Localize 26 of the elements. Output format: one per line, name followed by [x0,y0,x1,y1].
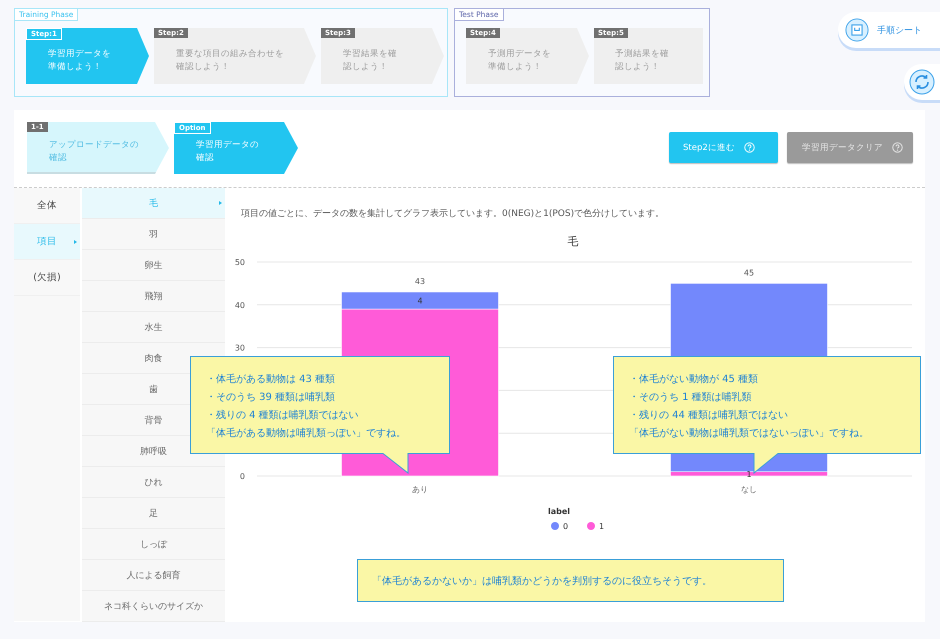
help-icon [892,142,903,153]
legend-title: label [548,507,570,516]
conclusion-note: 「体毛があるかないか」は哺乳類かどうかを判別するのに役立ちそうです。 [357,559,784,602]
callout-text: ・体毛がない動物が 45 種類 [629,372,760,387]
callout-text: ・残りの 44 種類は哺乳類ではない [629,408,790,423]
bar-total-label: 43 [414,276,426,286]
category-item[interactable]: (欠損) [14,260,80,296]
axis-category-label: あり [412,485,428,494]
callout-text: ・そのうち 1 種類は哺乳類 [629,390,753,405]
bar-total-label: 45 [744,268,754,278]
robot-face-icon [845,18,869,42]
axis-tick-label: 50 [234,258,245,267]
refresh-icon [909,69,935,95]
axis-category-label: なし [741,485,757,494]
chart-description: 項目の値ごとに、データの数を集計してグラフ表示しています。0(NEG)と1(POS)で色分けしています。 [241,208,666,221]
callout-text: 「体毛がない動物は哺乳類ではないっぽい」ですね。 [629,426,870,441]
axis-tick-label: 40 [234,300,245,310]
axis-tick-label: 0 [240,472,245,481]
procedure-sheet-button[interactable]: 手順シート [838,12,940,48]
legend-label: 0 [563,522,568,531]
refresh-button[interactable] [904,64,940,100]
chart-title: 毛 [568,235,578,248]
axis-tick-label: 30 [234,344,245,353]
legend-label: 1 [599,522,604,531]
bar-value-label: 4 [417,296,423,306]
help-icon [744,142,755,153]
